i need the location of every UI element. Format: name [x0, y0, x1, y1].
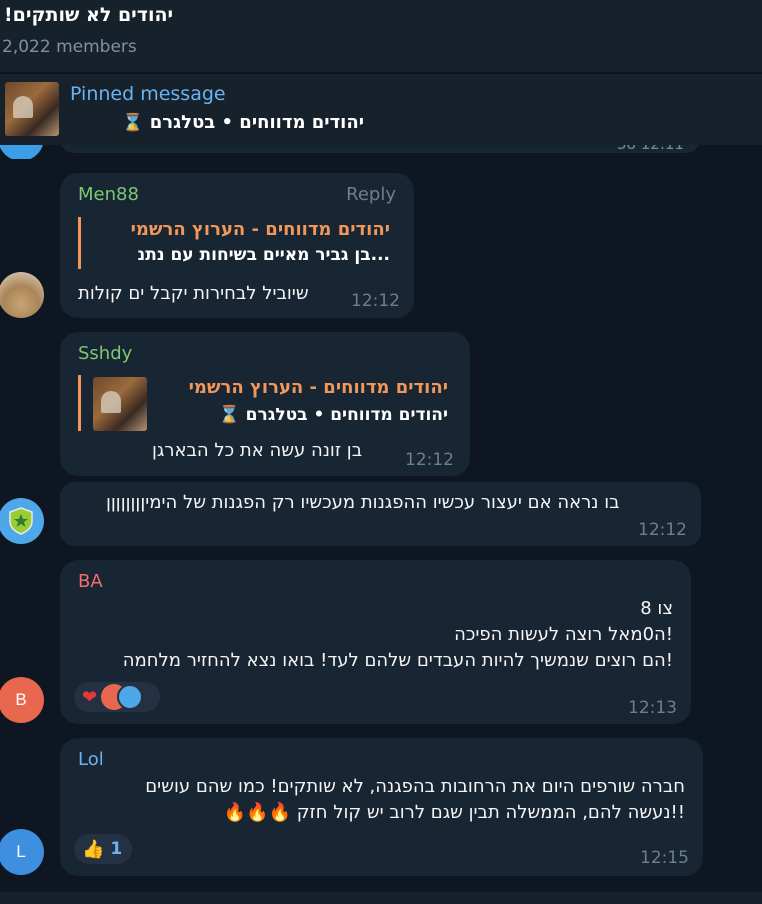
- reply-quote[interactable]: יהודים מדווחים - הערוץ הרשמי ...בן גביר …: [78, 217, 398, 269]
- quote-text: יהודים מדווחים • בטלגרם ⌛: [211, 405, 448, 425]
- avatar-shield[interactable]: [0, 498, 44, 544]
- sender-name[interactable]: Sshdy: [78, 343, 132, 364]
- message-bubble[interactable]: Men88 Reply יהודים מדווחים - הערוץ הרשמי…: [60, 173, 414, 318]
- partial-message: 38 12:11: [0, 145, 762, 159]
- message-bubble[interactable]: BA צו 8 !ה0מאל רוצה לעשות הפיכה !הם רוצי…: [60, 560, 691, 724]
- message-bubble[interactable]: Sshdy יהודים מדווחים - הערוץ הרשמי יהודי…: [60, 332, 470, 476]
- avatar-men88[interactable]: [0, 272, 44, 318]
- reaction-count: 1: [110, 839, 123, 859]
- pinned-text: יהודים מדווחים • בטלגרם ⌛: [74, 112, 364, 133]
- member-count: 2,022 members: [2, 37, 137, 57]
- thumbs-up-icon[interactable]: 👍: [82, 839, 104, 860]
- message-text: שיוביל לבחירות יקבל ים קולות: [78, 283, 309, 304]
- avatar-ba[interactable]: B: [0, 677, 44, 723]
- pinned-label: Pinned message: [70, 83, 226, 105]
- composer-bar[interactable]: [0, 892, 762, 904]
- message-time: 12:12: [638, 520, 687, 540]
- message-line: !הם רוצים שנמשיך להיות העבדים שלהם לעד! …: [122, 650, 673, 671]
- reply-quote[interactable]: יהודים מדווחים - הערוץ הרשמי יהודים מדוו…: [78, 375, 456, 431]
- avatar[interactable]: [0, 145, 44, 159]
- pinned-message-bar[interactable]: Pinned message יהודים מדווחים • בטלגרם ⌛: [0, 73, 762, 145]
- message-text: בן זונה עשה את כל הבארגן: [152, 440, 363, 461]
- message-time: 12:12: [405, 450, 454, 470]
- heart-icon[interactable]: ❤: [82, 687, 97, 708]
- message-bubble[interactable]: בו נראה אם יעצור עכשיו ההפגנות מעכשיו רק…: [60, 482, 701, 546]
- message-line: חברה שורפים היום את הרחובות בהפגנה, לא ש…: [145, 776, 685, 797]
- reaction-bar[interactable]: ❤: [74, 682, 160, 712]
- shield-icon: [9, 507, 33, 535]
- quote-text-content: יהודים מדווחים • בטלגרם: [245, 405, 448, 425]
- sender-name[interactable]: Lol: [78, 749, 104, 770]
- message-line: !!נעשה להם, הממשלה תבין שגם לרוב יש קול …: [223, 802, 685, 823]
- message-text: בו נראה אם יעצור עכשיו ההפגנות מעכשיו רק…: [106, 492, 620, 513]
- pinned-thumbnail: [5, 82, 59, 136]
- chat-title[interactable]: יהודים לא שותקים!: [4, 4, 173, 26]
- quote-text: ...בן גביר מאיים בשיחות עם נתנ: [137, 245, 390, 265]
- message-time: 12:13: [628, 698, 677, 718]
- message-line: !ה0מאל רוצה לעשות הפיכה: [454, 624, 673, 645]
- hourglass-icon: ⌛: [218, 405, 240, 425]
- quote-title: יהודים מדווחים - הערוץ הרשמי: [188, 377, 448, 398]
- reply-button[interactable]: Reply: [346, 184, 396, 205]
- message-meta: 38 12:11: [617, 145, 684, 153]
- message-bubble[interactable]: [60, 145, 700, 153]
- hourglass-icon: ⌛: [122, 113, 144, 133]
- sender-name[interactable]: Men88: [78, 184, 139, 205]
- avatar-lol[interactable]: L: [0, 829, 44, 875]
- message-bubble[interactable]: Lol חברה שורפים היום את הרחובות בהפגנה, …: [60, 738, 703, 876]
- sender-name[interactable]: BA: [78, 571, 103, 592]
- chat-header[interactable]: יהודים לא שותקים! 2,022 members: [0, 0, 762, 72]
- reaction-bar[interactable]: 👍 1: [74, 834, 132, 864]
- quote-thumbnail: [93, 377, 147, 431]
- message-time: 12:15: [640, 848, 689, 868]
- pinned-text-content: יהודים מדווחים • בטלגרם: [149, 112, 364, 133]
- reactor-avatar: [117, 684, 144, 710]
- quote-title: יהודים מדווחים - הערוץ הרשמי: [130, 219, 390, 240]
- message-time: 12:12: [351, 291, 400, 311]
- message-line: צו 8: [640, 598, 673, 619]
